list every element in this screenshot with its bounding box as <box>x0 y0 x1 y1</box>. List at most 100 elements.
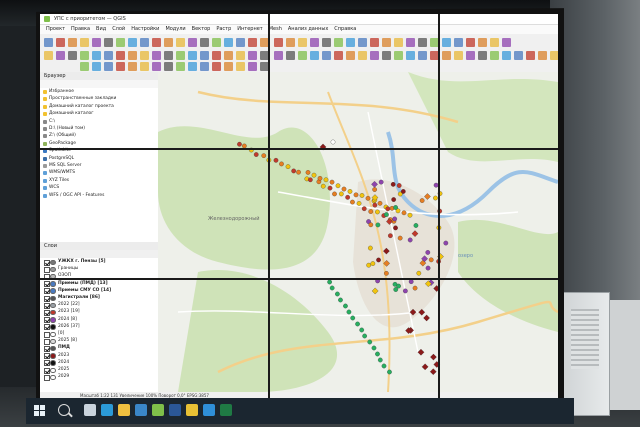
toolbar-button-icon[interactable] <box>188 38 197 47</box>
toolbar-button-icon[interactable] <box>310 38 319 47</box>
map-point-marker[interactable] <box>253 152 259 157</box>
toolbar-button-icon[interactable] <box>490 38 499 47</box>
toolbar-button-icon[interactable] <box>68 51 77 60</box>
toolbar-button-icon[interactable] <box>44 51 53 60</box>
map-point-marker[interactable] <box>377 200 383 206</box>
toolbar-button-icon[interactable] <box>104 51 113 60</box>
toolbar-button-icon[interactable] <box>358 51 367 60</box>
toolbar-button-icon[interactable] <box>140 62 149 71</box>
toolbar-button-icon[interactable] <box>92 51 101 60</box>
map-point-marker[interactable] <box>425 265 431 271</box>
toolbar-button-icon[interactable] <box>346 51 355 60</box>
layer-item[interactable]: Приемы СМУ СО [14] <box>40 287 158 295</box>
toolbar-button-icon[interactable] <box>454 51 463 60</box>
map-point-marker[interactable] <box>401 210 407 216</box>
toolbar-button-icon[interactable] <box>128 38 137 47</box>
map-point-marker[interactable] <box>385 206 391 212</box>
map-point-marker[interactable] <box>428 257 434 263</box>
map-point-marker[interactable] <box>343 303 348 309</box>
map-point-marker[interactable] <box>305 170 311 175</box>
browser-item[interactable]: Домашний каталог <box>40 110 158 117</box>
map-point-marker[interactable] <box>332 191 337 197</box>
map-point-marker[interactable] <box>371 345 377 351</box>
toolbar-button-icon[interactable] <box>298 51 307 60</box>
toolbar-button-icon[interactable] <box>188 51 197 60</box>
toolbar-button-icon[interactable] <box>478 38 487 47</box>
toolbar-button-icon[interactable] <box>274 51 283 60</box>
map-point-marker[interactable] <box>425 250 431 255</box>
toolbar-button-icon[interactable] <box>406 51 415 60</box>
toolbar-button-icon[interactable] <box>140 38 149 47</box>
toolbar-button-icon[interactable] <box>248 51 257 60</box>
toolbar-button-icon[interactable] <box>322 51 331 60</box>
excel-icon[interactable] <box>220 404 232 416</box>
file-explorer-icon[interactable] <box>118 404 130 416</box>
browser-item[interactable]: WMS/WMTS <box>40 169 158 176</box>
map-point-marker[interactable] <box>393 205 398 210</box>
toolbar-button-icon[interactable] <box>526 51 535 60</box>
toolbar-button-icon[interactable] <box>80 51 89 60</box>
map-point-marker[interactable] <box>407 212 413 218</box>
layer-item[interactable]: Магистрали [86] <box>40 294 158 302</box>
toolbar-button-icon[interactable] <box>550 51 558 60</box>
toolbar-button-icon[interactable] <box>212 51 221 60</box>
toolbar-button-icon[interactable] <box>502 51 511 60</box>
menu-item[interactable]: Растр <box>216 26 231 32</box>
map-point-marker[interactable] <box>416 270 422 276</box>
map-point-marker[interactable] <box>367 339 373 345</box>
toolbar-button-icon[interactable] <box>490 51 499 60</box>
toolbar-button-icon[interactable] <box>116 51 125 60</box>
menu-item[interactable]: Анализ данных <box>288 26 328 32</box>
layer-item[interactable]: Границы <box>40 265 158 273</box>
map-point-marker[interactable] <box>400 189 406 194</box>
map-point-marker[interactable] <box>346 309 352 315</box>
browser-item[interactable]: C:\ <box>40 118 158 125</box>
toolbar-button-icon[interactable] <box>286 51 295 60</box>
map-point-marker[interactable] <box>341 186 347 192</box>
toolbar-button-icon[interactable] <box>212 38 221 47</box>
layer-item[interactable]: 2025 <box>40 366 158 374</box>
toolbar-button-icon[interactable] <box>310 51 319 60</box>
map-point-marker[interactable] <box>285 164 291 169</box>
toolbar-button-icon[interactable] <box>538 51 547 60</box>
map-point-marker[interactable] <box>412 285 418 291</box>
map-point-marker[interactable] <box>330 139 336 145</box>
map-point-marker[interactable] <box>390 182 396 187</box>
toolbar-button-icon[interactable] <box>116 38 125 47</box>
map-canvas[interactable]: Железнодорожный озеро <box>158 72 558 392</box>
toolbar-button-icon[interactable] <box>92 62 101 71</box>
map-point-marker[interactable] <box>419 198 425 203</box>
browser-item[interactable]: MS SQL Server <box>40 162 158 169</box>
map-point-marker[interactable] <box>365 195 371 201</box>
toolbar-button-icon[interactable] <box>68 38 77 47</box>
toolbar-button-icon[interactable] <box>188 62 197 71</box>
browser-item[interactable]: Домашний каталог проекта <box>40 103 158 110</box>
map-point-marker[interactable] <box>350 199 355 205</box>
toolbar-button-icon[interactable] <box>394 38 403 47</box>
map-point-marker[interactable] <box>375 351 380 357</box>
toolbar-button-icon[interactable] <box>286 38 295 47</box>
map-point-marker[interactable] <box>359 193 365 198</box>
map-point-marker[interactable] <box>296 169 301 175</box>
toolbar-button-icon[interactable] <box>44 38 53 47</box>
map-point-marker[interactable] <box>377 357 383 363</box>
map-point-marker[interactable] <box>396 183 402 188</box>
toolbar-button-icon[interactable] <box>128 51 137 60</box>
browser-item[interactable]: Пространственные закладки <box>40 95 158 102</box>
toolbar-button-icon[interactable] <box>298 38 307 47</box>
toolbar-button-icon[interactable] <box>502 38 511 47</box>
toolbar-button-icon[interactable] <box>200 51 209 60</box>
toolbar-button-icon[interactable] <box>358 38 367 47</box>
toolbar-button-icon[interactable] <box>152 62 161 71</box>
menu-item[interactable]: Настройки <box>131 26 159 32</box>
toolbar-button-icon[interactable] <box>224 38 233 47</box>
map-point-marker[interactable] <box>393 225 398 231</box>
map-point-marker[interactable] <box>338 191 344 197</box>
layer-item[interactable]: 2029 <box>40 373 158 381</box>
toolbar-button-icon[interactable] <box>104 62 113 71</box>
toolbar-button-icon[interactable] <box>212 62 221 71</box>
map-point-marker[interactable] <box>273 157 279 163</box>
store-icon[interactable] <box>135 404 147 416</box>
toolbar-button-icon[interactable] <box>176 51 185 60</box>
menu-item[interactable]: Вид <box>96 26 106 32</box>
